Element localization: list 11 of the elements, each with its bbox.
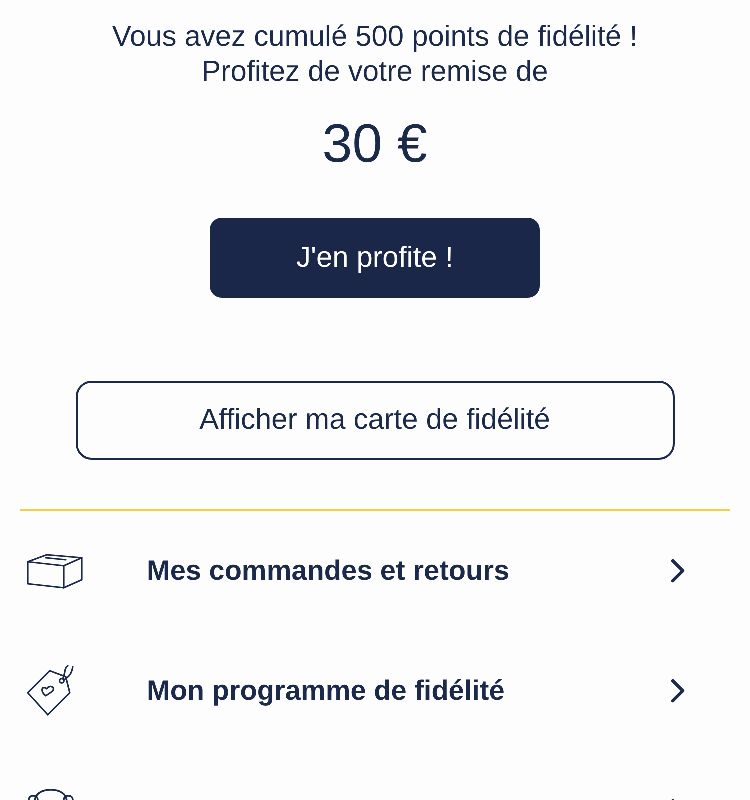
menu-item-link[interactable]: Mes commandes et retours	[147, 555, 510, 587]
chevron-right-icon[interactable]	[670, 678, 686, 704]
heart-tag-icon	[26, 665, 76, 717]
claim-button[interactable]: J'en profite !	[210, 218, 540, 298]
loyalty-card-button[interactable]: Afficher ma carte de fidélité	[76, 381, 674, 460]
chevron-right-icon[interactable]	[670, 558, 686, 584]
discount-amount: 30 €	[322, 114, 428, 174]
menu-item-link[interactable]: Mon programme de fidélité	[147, 675, 505, 707]
discount-intro: Profitez de votre remise de	[202, 55, 548, 90]
points-message: Vous avez cumulé 500 points de fidélité !	[112, 20, 638, 55]
box-icon	[26, 552, 84, 590]
